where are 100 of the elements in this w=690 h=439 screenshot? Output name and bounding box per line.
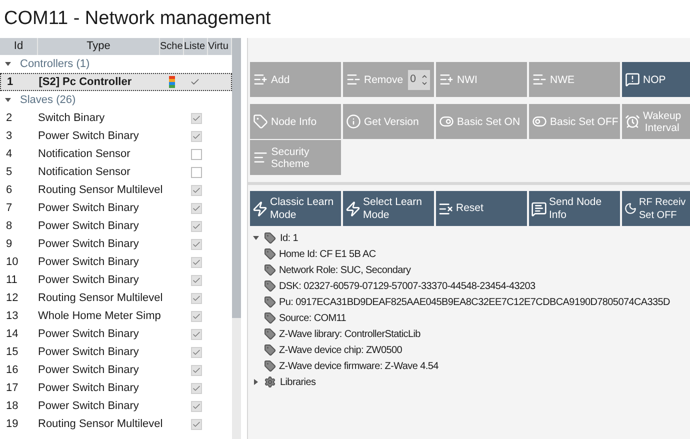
id-cell-text: 5: [5, 164, 14, 180]
type-cell-text: Power Switch Binary: [38, 128, 140, 144]
tree-item[interactable]: Z-Wave library: ControllerStaticLib: [252, 326, 690, 342]
number-spin-field[interactable]: 0: [408, 70, 430, 90]
node-row[interactable]: 14 Power Switch Binary: [0, 325, 232, 343]
id-cell-text: 19: [5, 416, 20, 432]
list-minus-icon: [532, 72, 547, 87]
tree-item[interactable]: Z-Wave device firmware: Z-Wave 4.54: [252, 358, 690, 374]
type-cell-text: Power Switch Binary: [38, 254, 140, 270]
moon-icon: [624, 202, 637, 215]
id-cell-text: 8: [5, 218, 14, 234]
learn-button[interactable]: Select Learn Mode: [343, 191, 434, 226]
id-cell-text: 14: [5, 326, 20, 342]
column-header[interactable]: Liste: [184, 38, 208, 55]
list-plus-icon: [253, 72, 268, 87]
tree-item[interactable]: Source: COM11: [252, 310, 690, 326]
expanded-caret-icon[interactable]: [4, 96, 12, 104]
tree-item[interactable]: Network Role: SUC, Secondary: [252, 262, 690, 278]
node-row[interactable]: 19 Routing Sensor Multilevel: [0, 415, 232, 433]
node-row[interactable]: 4 Notification Sensor: [0, 145, 232, 163]
tree-item[interactable]: Home Id: CF E1 5B AC: [252, 246, 690, 262]
id-cell-text: 7: [5, 200, 14, 216]
node-row[interactable]: 5 Notification Sensor: [0, 163, 232, 181]
scrollbar-thumb[interactable]: [232, 38, 241, 318]
id-cell-text: 1: [6, 74, 14, 90]
node-row[interactable]: 3 Power Switch Binary: [0, 127, 232, 145]
id-cell-text: 10: [5, 254, 20, 270]
node-row[interactable]: 1 [S2] Pc Controller: [0, 73, 232, 91]
column-header[interactable]: Type: [38, 38, 160, 55]
expanded-caret-icon[interactable]: [4, 60, 12, 68]
id-cell-text: 17: [5, 380, 20, 396]
toggle-on-icon: [439, 114, 454, 129]
group-label: Slaves (26): [20, 92, 76, 108]
settings-icon: [264, 376, 276, 388]
collapsed-caret-icon[interactable]: [252, 378, 260, 386]
type-cell-text: [S2] Pc Controller: [38, 74, 133, 90]
tag-icon: [264, 280, 276, 292]
id-cell-text: 11: [5, 272, 18, 288]
learn-button[interactable]: RF Receiv Set OFF: [622, 191, 690, 226]
type-cell-text: Routing Sensor Multilevel: [38, 182, 160, 198]
node-row[interactable]: 9 Power Switch Binary: [0, 235, 232, 253]
id-cell-text: 16: [5, 362, 20, 378]
toolbar-button[interactable]: Remove 0: [343, 62, 434, 97]
column-header[interactable]: Sche: [160, 38, 184, 55]
group-label: Controllers (1): [20, 56, 90, 72]
type-cell-text: Power Switch Binary: [38, 344, 140, 360]
tag-icon: [264, 312, 276, 324]
tag-icon: [264, 296, 276, 308]
node-row[interactable]: 11 Power Switch Binary: [0, 271, 232, 289]
toolbar-button[interactable]: NOP: [622, 62, 690, 97]
message-alert-icon: [625, 72, 640, 87]
column-header[interactable]: Id: [0, 38, 38, 55]
group-row[interactable]: Controllers (1): [0, 55, 232, 73]
tag-icon: [264, 248, 276, 260]
id-cell-text: 13: [5, 308, 20, 324]
info-icon: [346, 114, 361, 129]
group-row[interactable]: Slaves (26): [0, 91, 232, 109]
type-cell-text: Power Switch Binary: [38, 236, 140, 252]
node-row[interactable]: 6 Routing Sensor Multilevel: [0, 181, 232, 199]
node-row[interactable]: 7 Power Switch Binary: [0, 199, 232, 217]
node-row[interactable]: 16 Power Switch Binary: [0, 361, 232, 379]
type-cell-text: Power Switch Binary: [38, 362, 140, 378]
tag-icon: [264, 328, 276, 340]
learn-button[interactable]: Classic Learn Mode: [250, 191, 341, 226]
list-plus-icon: [439, 72, 454, 87]
type-cell-text: Routing Sensor Multilevel: [38, 290, 160, 306]
node-row[interactable]: 18 Power Switch Binary: [0, 397, 232, 415]
lightning-icon: [345, 200, 361, 216]
type-cell-text: Whole Home Meter Simp: [38, 308, 160, 324]
tree-item[interactable]: Id: 1: [252, 230, 690, 246]
tag-icon: [264, 360, 276, 372]
node-row[interactable]: 17 Power Switch Binary: [0, 379, 232, 397]
type-cell-text: Power Switch Binary: [38, 200, 140, 216]
type-cell-text: Switch Binary: [38, 110, 106, 126]
tag-icon: [264, 264, 276, 276]
type-cell-text: Power Switch Binary: [38, 380, 140, 396]
list-x-icon: [438, 200, 454, 216]
node-row[interactable]: 8 Power Switch Binary: [0, 217, 232, 235]
type-cell-text: Power Switch Binary: [38, 218, 140, 234]
message-icon: [531, 200, 547, 216]
type-cell-text: Routing Sensor Multilevel: [38, 416, 160, 432]
node-row[interactable]: 10 Power Switch Binary: [0, 253, 232, 271]
id-cell-text: 6: [5, 182, 14, 198]
id-cell-text: 9: [5, 236, 14, 252]
learn-button[interactable]: Reset: [436, 191, 527, 226]
tree-item[interactable]: Libraries: [252, 374, 690, 390]
type-cell-text: Notification Sensor: [38, 146, 132, 162]
window-title: COM11 - Network management: [3, 6, 272, 31]
node-row[interactable]: 12 Routing Sensor Multilevel: [0, 289, 232, 307]
expanded-caret-icon[interactable]: [252, 234, 260, 242]
tree-item[interactable]: Z-Wave device chip: ZW0500: [252, 342, 690, 358]
node-row[interactable]: 2 Switch Binary: [0, 109, 232, 127]
id-cell-text: 15: [5, 344, 20, 360]
id-cell-text: 18: [5, 398, 20, 414]
tree-item[interactable]: Pu: 0917ECA31BD9DEAF825AAE045B9EA8C32EE7C12E7CDBCA9190D7805074CA335D: [252, 294, 690, 310]
node-row[interactable]: 15 Power Switch Binary: [0, 343, 232, 361]
tree-item[interactable]: DSK: 02327-60579-07129-57007-33370-44548-23454-43203: [252, 278, 690, 294]
learn-button[interactable]: Send Node Info: [529, 191, 620, 226]
list-minus-icon: [346, 72, 361, 87]
node-row[interactable]: 13 Whole Home Meter Simp: [0, 307, 232, 325]
